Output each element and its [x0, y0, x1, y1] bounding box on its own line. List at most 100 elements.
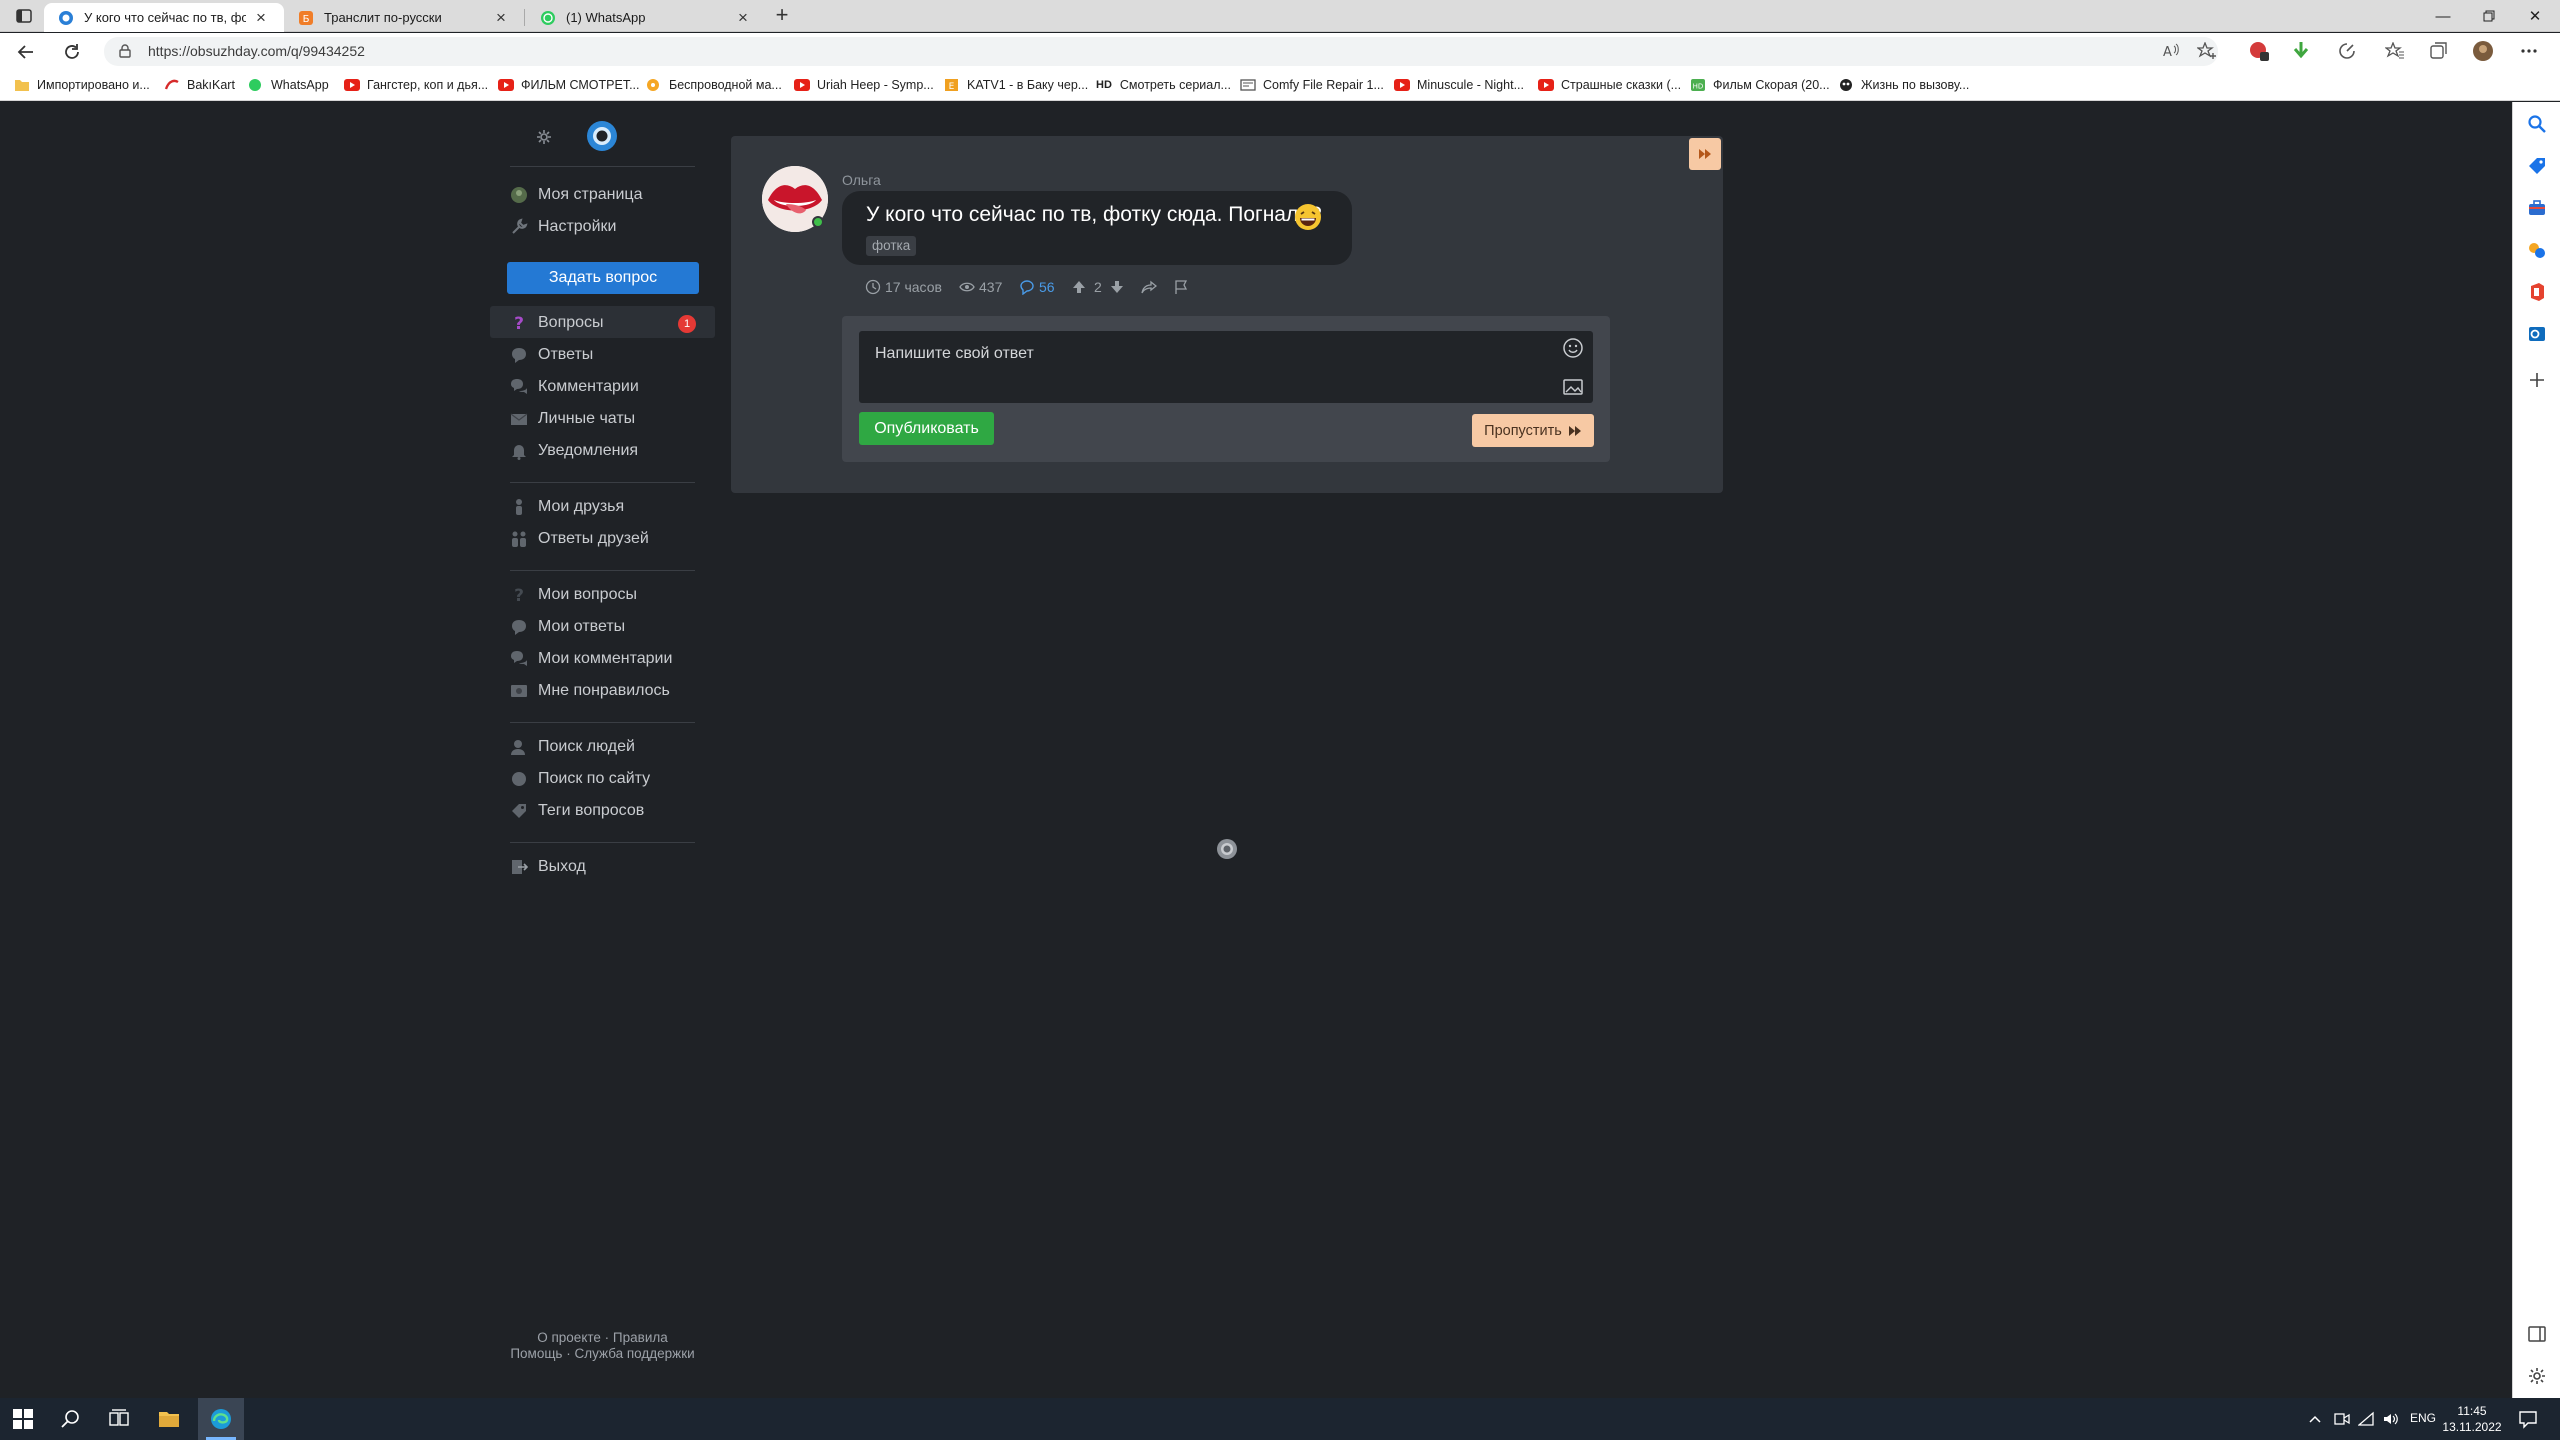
support-link[interactable]: Служба поддержки [574, 1346, 694, 1361]
bookmark-uriah-heep[interactable]: Uriah Heep - Symp... [794, 76, 934, 94]
sidebar-item-friends-answers[interactable]: Ответы друзей [490, 522, 715, 554]
games-icon[interactable] [2527, 240, 2547, 260]
report-button[interactable] [1173, 278, 1193, 296]
bookmark-film[interactable]: ФИЛЬМ СМОТРЕТ... [498, 76, 640, 94]
bookmark-bakikart[interactable]: BakıKart [164, 76, 235, 94]
bookmark-serial[interactable]: HD Смотреть сериал... [1096, 76, 1231, 94]
sidebar-item-tags[interactable]: Теги вопросов [490, 794, 715, 826]
collections-icon[interactable] [2428, 40, 2450, 62]
question-comments-link[interactable]: 56 [1019, 278, 1055, 296]
bookmark-whatsapp[interactable]: WhatsApp [248, 76, 329, 94]
bookmark-minuscule[interactable]: Minuscule - Night... [1394, 76, 1524, 94]
question-tag[interactable]: фотка [866, 236, 917, 256]
office-icon[interactable] [2527, 282, 2547, 302]
add-favorite-icon[interactable] [2196, 40, 2218, 62]
sidebar-item-site-search[interactable]: Поиск по сайту [490, 762, 715, 794]
tab-close-icon[interactable]: × [734, 8, 752, 27]
gear-icon[interactable] [536, 129, 552, 145]
close-window-button[interactable]: ✕ [2512, 0, 2558, 32]
tab-close-icon[interactable]: × [252, 8, 270, 27]
bookmark-comfy[interactable]: Comfy File Repair 1... [1240, 76, 1384, 94]
tab-whatsapp[interactable]: (1) WhatsApp × [526, 3, 766, 32]
tab-question[interactable]: У кого что сейчас по тв, фотку сюда × [44, 3, 284, 32]
bookmark-wireless[interactable]: Беспроводной ма... [646, 76, 782, 94]
sidebar-item-comments[interactable]: Комментарии [490, 370, 715, 402]
edge-browser-icon[interactable] [210, 1408, 232, 1430]
profile-avatar[interactable] [2472, 40, 2494, 62]
tab-translit[interactable]: Б Транслит по-русски × [284, 3, 524, 32]
url-field[interactable]: https://obsuzhday.com/q/99434252 [104, 37, 2218, 66]
sidebar-item-my-friends[interactable]: Мои друзья [490, 490, 715, 522]
language-indicator[interactable]: ENG [2410, 1411, 2436, 1425]
vote-up-button[interactable] [1071, 278, 1091, 296]
download-extension-icon[interactable] [2290, 40, 2312, 62]
attach-image-icon[interactable] [1562, 377, 1584, 397]
favorites-icon[interactable] [2384, 40, 2406, 62]
site-logo-icon[interactable] [586, 120, 618, 152]
gear-icon[interactable] [2527, 1366, 2547, 1386]
sidebar-item-my-questions[interactable]: ? Мои вопросы [490, 578, 715, 610]
restore-button[interactable] [2466, 0, 2512, 32]
bookmark-gangster[interactable]: Гангстер, коп и дья... [344, 76, 488, 94]
bookmark-folder-imported[interactable]: Импортировано и... [14, 76, 150, 94]
sidebar-item-my-comments[interactable]: Мои комментарии [490, 642, 715, 674]
svg-text:HD: HD [1693, 83, 1704, 91]
sidebar-item-logout[interactable]: Выход [490, 850, 715, 882]
task-view-icon[interactable] [108, 1408, 130, 1430]
share-button[interactable] [1141, 278, 1161, 296]
search-icon[interactable] [60, 1408, 82, 1430]
help-link[interactable]: Помощь [510, 1346, 562, 1361]
tools-briefcase-icon[interactable] [2527, 198, 2547, 218]
whatsapp-favicon-icon [541, 10, 555, 25]
reload-button[interactable] [58, 38, 86, 66]
bookmark-scary-tales[interactable]: Страшные сказки (... [1538, 76, 1681, 94]
sidebar-item-my-page[interactable]: Моя страница [490, 178, 715, 210]
bookmark-zhizn[interactable]: Жизнь по вызову... [1838, 76, 1969, 94]
shopping-tag-icon[interactable] [2527, 156, 2547, 176]
wifi-icon[interactable] [2358, 1411, 2374, 1427]
sidebar-item-liked[interactable]: Мне понравилось [490, 674, 715, 706]
sidebar-item-notifications[interactable]: Уведомления [490, 434, 715, 466]
sidebar-item-people-search[interactable]: Поиск людей [490, 730, 715, 762]
ask-question-button[interactable]: Задать вопрос [507, 262, 699, 294]
bookmark-skoraya[interactable]: HD Фильм Скорая (20... [1690, 76, 1830, 94]
tab-actions-icon[interactable] [12, 6, 36, 26]
outlook-icon[interactable] [2527, 324, 2547, 344]
tray-chevron-up-icon[interactable] [2308, 1412, 2322, 1426]
taskbar-clock[interactable]: 11:45 13.11.2022 [2442, 1403, 2502, 1435]
new-tab-button[interactable]: + [770, 4, 794, 28]
search-icon[interactable] [2527, 114, 2547, 134]
file-explorer-icon[interactable] [158, 1408, 180, 1430]
emoji-picker-icon[interactable] [1562, 337, 1584, 359]
sidebar-item-settings[interactable]: Настройки [490, 210, 715, 242]
volume-icon[interactable] [2382, 1411, 2398, 1427]
about-link[interactable]: О проекте [537, 1330, 601, 1345]
more-menu-icon[interactable] [2518, 40, 2540, 62]
extensions-icon[interactable] [2336, 40, 2358, 62]
windows-start-icon[interactable] [12, 1408, 34, 1430]
sidebar-item-answers[interactable]: Ответы [490, 338, 715, 370]
sidebar-item-questions[interactable]: ? Вопросы 1 [490, 306, 715, 338]
sidebar-item-private-chats[interactable]: Личные чаты [490, 402, 715, 434]
bookmark-katv1[interactable]: E KATV1 - в Баку чер... [944, 76, 1088, 94]
back-button[interactable] [12, 38, 40, 66]
add-icon[interactable] [2527, 370, 2547, 390]
minimize-button[interactable]: — [2420, 0, 2466, 32]
tab-close-icon[interactable]: × [492, 8, 510, 27]
rules-link[interactable]: Правила [613, 1330, 668, 1345]
author-name[interactable]: Ольга [842, 172, 881, 188]
sidebar-item-my-answers[interactable]: Мои ответы [490, 610, 715, 642]
read-aloud-icon[interactable]: A [2160, 40, 2182, 62]
grinning-emoji-icon [1295, 204, 1321, 230]
skip-question-button[interactable] [1689, 138, 1721, 170]
answer-input[interactable] [859, 331, 1593, 403]
clock-date: 13.11.2022 [2442, 1420, 2502, 1434]
sidebar-item-label: Вопросы [538, 314, 604, 331]
publish-button[interactable]: Опубликовать [859, 412, 994, 445]
notification-center-icon[interactable] [2518, 1409, 2538, 1429]
adblock-extension-icon[interactable] [2248, 40, 2270, 62]
skip-button[interactable]: Пропустить [1472, 414, 1594, 447]
meet-now-icon[interactable] [2334, 1411, 2350, 1427]
sidebar-toggle-icon[interactable] [2527, 1324, 2547, 1344]
vote-down-button[interactable] [1109, 278, 1129, 296]
